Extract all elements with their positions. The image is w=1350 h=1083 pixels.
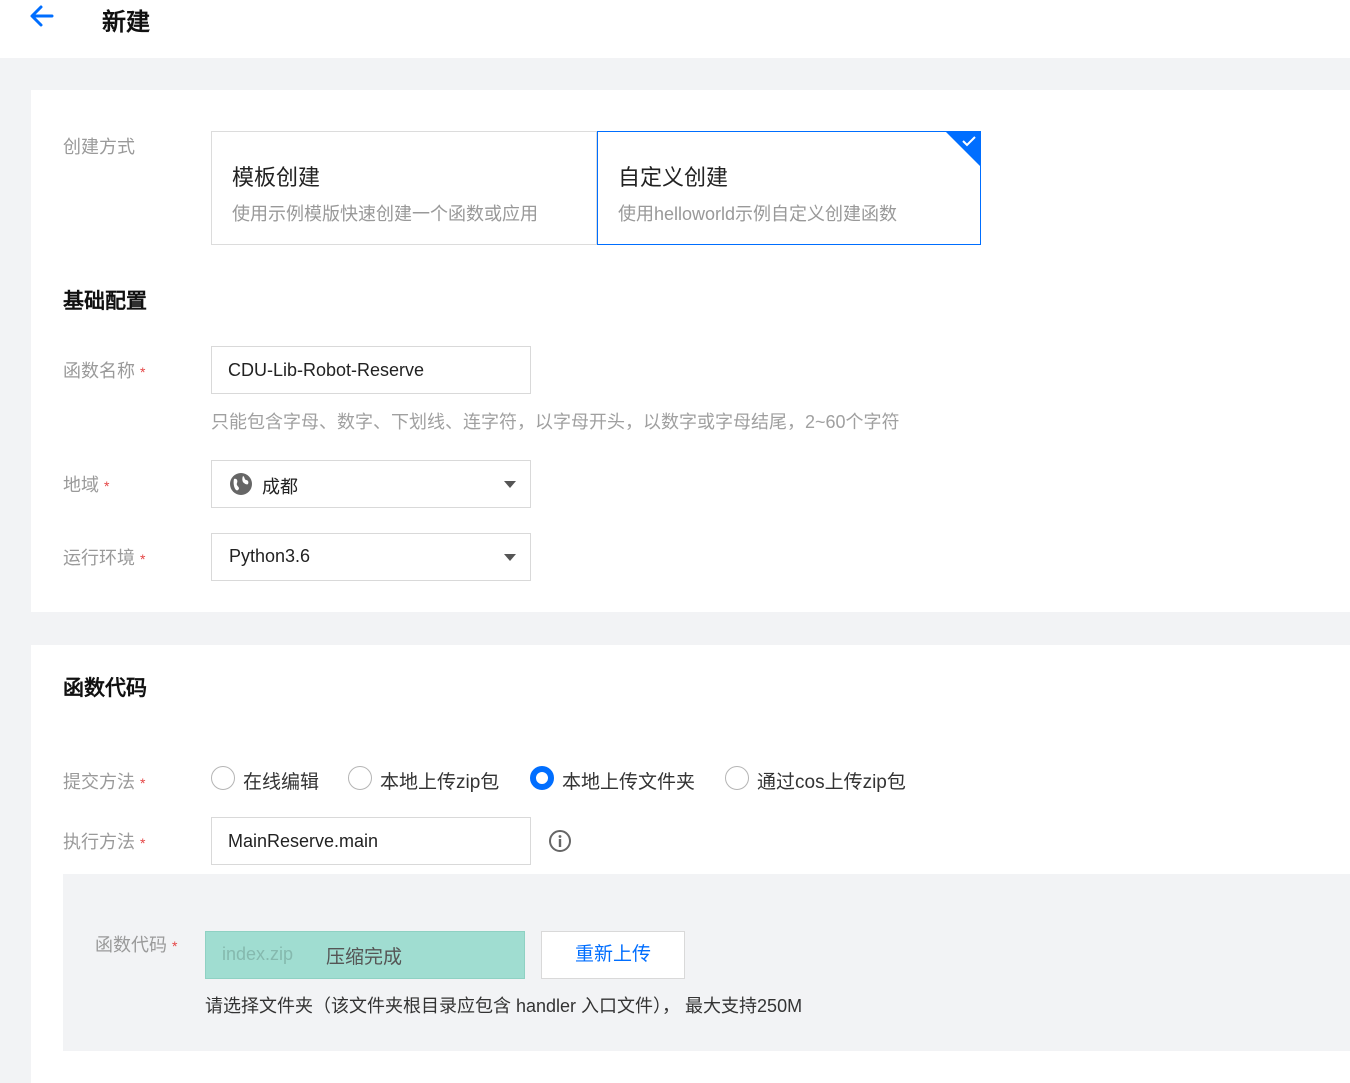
handler-label: 执行方法 * xyxy=(63,828,145,854)
globe-icon xyxy=(230,473,252,495)
required-mark: * xyxy=(140,835,146,851)
required-mark: * xyxy=(172,938,178,954)
basic-config-title: 基础配置 xyxy=(63,290,147,313)
chevron-down-icon xyxy=(504,481,516,488)
page-header: 新建 xyxy=(0,0,1350,58)
function-name-hint: 只能包含字母、数字、下划线、连字符，以字母开头，以数字或字母结尾，2~60个字符 xyxy=(211,412,900,432)
arrow-left-icon[interactable] xyxy=(28,4,56,28)
page-title: 新建 xyxy=(102,9,150,36)
label-text: 地域 xyxy=(63,475,99,495)
label-text: 运行环境 xyxy=(63,548,135,568)
template-create-option[interactable]: 模板创建 使用示例模版快速创建一个函数或应用 xyxy=(211,131,597,245)
radio-label: 本地上传文件夹 xyxy=(562,772,696,793)
option-description: 使用示例模版快速创建一个函数或应用 xyxy=(232,204,538,224)
chevron-down-icon xyxy=(504,554,516,561)
option-description: 使用helloworld示例自定义创建函数 xyxy=(618,204,898,224)
selected-check-icon xyxy=(946,132,980,166)
create-method-label: 创建方式 xyxy=(63,137,135,157)
basic-config-card: 创建方式 模板创建 使用示例模版快速创建一个函数或应用 自定义创建 使用hell… xyxy=(31,90,1350,612)
radio-label: 通过cos上传zip包 xyxy=(757,772,906,793)
runtime-value: Python3.6 xyxy=(229,546,311,566)
required-mark: * xyxy=(140,775,146,791)
region-value: 成都 xyxy=(262,477,298,497)
runtime-label: 运行环境 * xyxy=(63,544,145,570)
required-mark: * xyxy=(104,478,110,494)
upload-hint: 请选择文件夹（该文件夹根目录应包含 handler 入口文件）， 最大支持250… xyxy=(205,996,803,1016)
function-name-label: 函数名称 * xyxy=(63,357,145,383)
file-name: index.zip xyxy=(222,944,294,964)
reupload-button[interactable]: 重新上传 xyxy=(541,931,685,979)
code-upload-label: 函数代码 * xyxy=(95,931,177,957)
radio-button[interactable] xyxy=(530,766,554,790)
radio-label: 本地上传zip包 xyxy=(380,772,500,793)
radio-label: 在线编辑 xyxy=(243,772,320,793)
required-mark: * xyxy=(140,364,146,380)
function-code-card: 函数代码 提交方法 * 在线编辑 本地上传zip包 本地上传文件夹 通过cos上传… xyxy=(31,645,1350,1083)
label-text: 函数代码 xyxy=(95,935,167,955)
label-text: 提交方法 xyxy=(63,772,135,792)
option-title: 模板创建 xyxy=(232,165,321,190)
function-code-title: 函数代码 xyxy=(63,677,147,700)
radio-button[interactable] xyxy=(348,766,372,790)
upload-status-text: 压缩完成 xyxy=(326,947,403,968)
radio-button[interactable] xyxy=(211,766,235,790)
upload-status-box: index.zip 压缩完成 xyxy=(205,931,525,979)
handler-input[interactable] xyxy=(211,817,531,865)
region-select[interactable]: 成都 xyxy=(211,460,531,508)
radio-button[interactable] xyxy=(725,766,749,790)
label-text: 执行方法 xyxy=(63,832,135,852)
code-upload-panel: 函数代码 * index.zip 压缩完成 重新上传 请选择文件夹（该文件夹根目录… xyxy=(63,874,1350,1051)
region-label: 地域 * xyxy=(63,471,109,497)
submit-method-label: 提交方法 * xyxy=(63,768,145,794)
custom-create-option[interactable]: 自定义创建 使用helloworld示例自定义创建函数 xyxy=(597,131,981,245)
option-title: 自定义创建 xyxy=(618,165,729,190)
required-mark: * xyxy=(140,551,146,567)
label-text: 函数名称 xyxy=(63,361,135,381)
info-icon[interactable] xyxy=(548,829,572,853)
function-name-input[interactable] xyxy=(211,346,531,394)
runtime-select[interactable]: Python3.6 xyxy=(211,533,531,581)
